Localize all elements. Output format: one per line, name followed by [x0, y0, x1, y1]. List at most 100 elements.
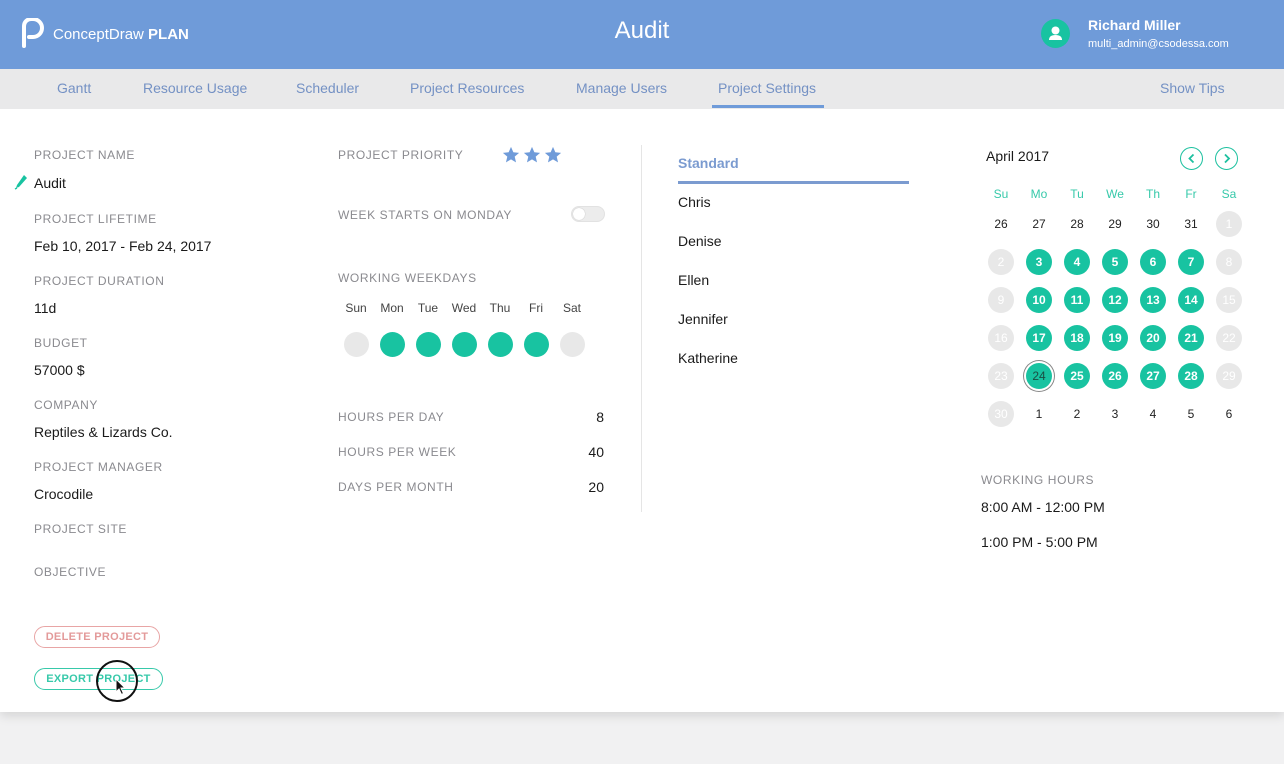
- project-manager-label: PROJECT MANAGER: [34, 460, 163, 474]
- star-icon[interactable]: [502, 146, 520, 164]
- prev-month-button[interactable]: [1180, 147, 1203, 170]
- calendar-day[interactable]: 1: [1216, 211, 1242, 237]
- project-site-label[interactable]: PROJECT SITE: [34, 522, 127, 536]
- calendar-day[interactable]: 6: [1140, 249, 1166, 275]
- calendar-day[interactable]: 14: [1178, 287, 1204, 313]
- calendar-day[interactable]: 23: [988, 363, 1014, 389]
- working-weekdays-label: WORKING WEEKDAYS: [338, 271, 477, 285]
- pencil-icon[interactable]: [14, 174, 28, 190]
- calendar-day[interactable]: 9: [988, 287, 1014, 313]
- project-duration-value: 11d: [34, 300, 57, 316]
- calendar-day[interactable]: 8: [1216, 249, 1242, 275]
- calendar-day[interactable]: 27: [1140, 363, 1166, 389]
- calendar-day[interactable]: 26: [1102, 363, 1128, 389]
- tab-gantt[interactable]: Gantt: [57, 80, 91, 96]
- project-name-value[interactable]: Audit: [34, 175, 66, 191]
- calendar-day[interactable]: 2: [1064, 401, 1090, 427]
- calendar-day[interactable]: 7: [1178, 249, 1204, 275]
- calendar-day-today[interactable]: 24: [1026, 363, 1052, 389]
- resource-calendar-item[interactable]: Jennifer: [678, 311, 728, 327]
- calendar-day[interactable]: 28: [1178, 363, 1204, 389]
- weekday-toggle-fri[interactable]: [523, 332, 549, 357]
- hours-per-week-label: HOURS PER WEEK: [338, 445, 457, 459]
- resource-calendar-item[interactable]: Denise: [678, 233, 722, 249]
- weekday-name: Thu: [489, 301, 511, 315]
- tab-resource-usage[interactable]: Resource Usage: [143, 80, 247, 96]
- hours-per-day-value[interactable]: 8: [564, 409, 604, 425]
- calendar-day[interactable]: 5: [1102, 249, 1128, 275]
- objective-label[interactable]: OBJECTIVE: [34, 565, 106, 579]
- project-priority-label: PROJECT PRIORITY: [338, 148, 464, 162]
- week-starts-monday-toggle[interactable]: [571, 206, 605, 222]
- calendar-day[interactable]: 18: [1064, 325, 1090, 351]
- calendar-day[interactable]: 4: [1140, 401, 1166, 427]
- company-value[interactable]: Reptiles & Lizards Co.: [34, 424, 173, 440]
- star-icon[interactable]: [544, 146, 562, 164]
- working-hours-range[interactable]: 8:00 AM - 12:00 PM: [981, 499, 1105, 515]
- calendar-day[interactable]: 11: [1064, 287, 1090, 313]
- calendar-day[interactable]: 16: [988, 325, 1014, 351]
- user-email: multi_admin@csodessa.com: [1088, 38, 1229, 50]
- calendar-day[interactable]: 30: [988, 401, 1014, 427]
- calendar-day[interactable]: 20: [1140, 325, 1166, 351]
- calendar-day[interactable]: 4: [1064, 249, 1090, 275]
- weekday-toggle-mon[interactable]: [379, 332, 405, 357]
- calendar-day[interactable]: 2: [988, 249, 1014, 275]
- calendar-day[interactable]: 25: [1064, 363, 1090, 389]
- calendar-day[interactable]: 30: [1140, 211, 1166, 237]
- resource-calendar-item[interactable]: Chris: [678, 194, 711, 210]
- day-of-week-header: Su: [993, 187, 1009, 201]
- project-lifetime-label: PROJECT LIFETIME: [34, 212, 157, 226]
- avatar[interactable]: [1041, 19, 1070, 48]
- working-hours-range[interactable]: 1:00 PM - 5:00 PM: [981, 534, 1098, 550]
- delete-project-button[interactable]: DELETE PROJECT: [34, 626, 160, 648]
- show-tips-link[interactable]: Show Tips: [1160, 80, 1225, 96]
- project-lifetime-value: Feb 10, 2017 - Feb 24, 2017: [34, 238, 212, 254]
- tab-scheduler[interactable]: Scheduler: [296, 80, 359, 96]
- calendar-day[interactable]: 10: [1026, 287, 1052, 313]
- weekday-toggle-sun[interactable]: [343, 332, 369, 357]
- weekday-name: Mon: [380, 301, 404, 315]
- calendar-day[interactable]: 1: [1026, 401, 1052, 427]
- hours-per-week-value[interactable]: 40: [564, 444, 604, 460]
- calendar-standard[interactable]: Standard: [678, 155, 739, 171]
- weekday-toggle-sat[interactable]: [559, 332, 585, 357]
- calendar-day[interactable]: 22: [1216, 325, 1242, 351]
- tab-project-settings[interactable]: Project Settings: [718, 80, 816, 96]
- calendar-day[interactable]: 29: [1216, 363, 1242, 389]
- tab-project-resources[interactable]: Project Resources: [410, 80, 524, 96]
- calendar-day[interactable]: 3: [1102, 401, 1128, 427]
- next-month-button[interactable]: [1215, 147, 1238, 170]
- calendar-day[interactable]: 13: [1140, 287, 1166, 313]
- calendar-day[interactable]: 3: [1026, 249, 1052, 275]
- resource-calendar-item[interactable]: Katherine: [678, 350, 738, 366]
- calendar-day[interactable]: 31: [1178, 211, 1204, 237]
- budget-value[interactable]: 57000 $: [34, 362, 85, 378]
- calendar-day[interactable]: 27: [1026, 211, 1052, 237]
- project-manager-value[interactable]: Crocodile: [34, 486, 93, 502]
- calendar-day[interactable]: 21: [1178, 325, 1204, 351]
- chevron-left-icon: [1188, 153, 1195, 164]
- star-icon[interactable]: [523, 146, 541, 164]
- calendar-day[interactable]: 29: [1102, 211, 1128, 237]
- calendar-day[interactable]: 19: [1102, 325, 1128, 351]
- user-name[interactable]: Richard Miller: [1088, 17, 1181, 33]
- tab-manage-users[interactable]: Manage Users: [576, 80, 667, 96]
- calendar-day[interactable]: 12: [1102, 287, 1128, 313]
- calendar-day[interactable]: 26: [988, 211, 1014, 237]
- weekday-toggle-thu[interactable]: [487, 332, 513, 357]
- days-per-month-value[interactable]: 20: [564, 479, 604, 495]
- day-of-week-header: Tu: [1070, 187, 1084, 201]
- calendar-day[interactable]: 6: [1216, 401, 1242, 427]
- calendar-standard-underline: [678, 181, 909, 184]
- day-of-week-header: Th: [1145, 187, 1160, 201]
- calendar-day[interactable]: 28: [1064, 211, 1090, 237]
- weekday-toggle-wed[interactable]: [451, 332, 477, 357]
- calendar-day[interactable]: 15: [1216, 287, 1242, 313]
- project-name-label: PROJECT NAME: [34, 148, 135, 162]
- weekday-toggle-tue[interactable]: [415, 332, 441, 357]
- calendar-month-year: April 2017: [986, 148, 1050, 164]
- calendar-day[interactable]: 17: [1026, 325, 1052, 351]
- calendar-day[interactable]: 5: [1178, 401, 1204, 427]
- resource-calendar-item[interactable]: Ellen: [678, 272, 709, 288]
